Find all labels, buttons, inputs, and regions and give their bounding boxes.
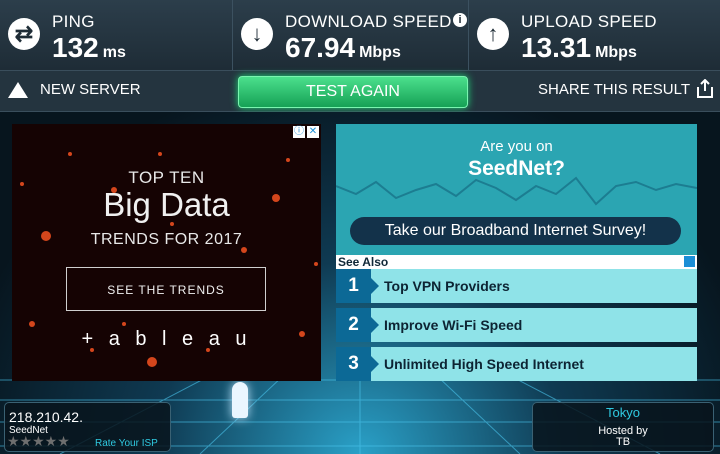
results-bar: ⇄ PING 132 ms ↓ DOWNLOAD SPEED i 67.94 Mbp… (0, 0, 720, 70)
share-icon[interactable] (696, 79, 714, 99)
location-pin-icon (232, 382, 248, 418)
download-value: 67.94 Mbps (285, 32, 401, 63)
see-also-header: See Also (336, 255, 697, 269)
download-stat: ↓ DOWNLOAD SPEED i 67.94 Mbps (233, 0, 469, 70)
ad-close-icon[interactable]: ✕ (307, 126, 319, 138)
server-panel: Tokyo Hosted by TB (532, 402, 714, 452)
upload-label: UPLOAD SPEED (521, 12, 657, 31)
see-also-item[interactable]: 2 Improve Wi-Fi Speed (336, 308, 697, 342)
upload-stat: ↑ UPLOAD SPEED 13.31 Mbps (469, 0, 720, 70)
download-arrow-icon: ↓ (241, 18, 273, 50)
rating-stars[interactable]: ★★★★★ (7, 433, 70, 450)
action-bar: NEW SERVER TEST AGAIN SHARE THIS RESULT (0, 70, 720, 112)
ad-heading-top: TOP TEN (128, 168, 205, 187)
new-server-label: NEW SERVER (40, 81, 141, 98)
isp-panel: 218.210.42. SeedNet ★★★★★ Rate Your ISP (4, 402, 171, 452)
see-also-item[interactable]: 3 Unlimited High Speed Internet (336, 347, 697, 381)
tableau-logo: + a b l e a u (81, 328, 252, 350)
survey-question-top: Are you on (480, 138, 553, 155)
server-city: Tokyo (606, 405, 640, 420)
ping-icon: ⇄ (8, 18, 40, 50)
host-name: TB (615, 436, 631, 448)
ping-stat: ⇄ PING 132 ms (0, 0, 233, 70)
upload-arrow-icon: ↑ (477, 18, 509, 50)
ad-heading-main: Big Data (103, 186, 230, 223)
ad-choice-icons[interactable]: ⓘ ✕ (293, 126, 319, 138)
download-label: DOWNLOAD SPEED (285, 12, 452, 31)
see-trends-button[interactable]: SEE THE TRENDS (66, 267, 266, 311)
survey-question-main: SeedNet? (468, 157, 565, 180)
ad-heading-sub: TRENDS FOR 2017 (90, 231, 243, 248)
item-label: Top VPN Providers (384, 278, 510, 294)
see-also-title: See Also (338, 255, 389, 269)
info-icon[interactable]: i (453, 13, 467, 27)
test-again-button[interactable]: TEST AGAIN (238, 76, 468, 108)
ad-tableau[interactable]: ⓘ ✕ TOP TEN Big Data TRENDS FOR 2017 SEE… (12, 124, 321, 381)
item-number: 1 (336, 269, 379, 303)
share-result-button[interactable]: SHARE THIS RESULT (538, 81, 690, 98)
ip-address: 218.210.42. (9, 409, 83, 425)
new-server-button[interactable]: NEW SERVER (8, 81, 141, 98)
upload-value: 13.31 Mbps (521, 32, 637, 63)
rate-isp-link[interactable]: Rate Your ISP (95, 438, 158, 449)
ping-label: PING (52, 12, 95, 31)
ad-badge-icon[interactable] (684, 256, 695, 267)
item-number: 3 (336, 347, 379, 381)
survey-button[interactable]: Take our Broadband Internet Survey! (350, 217, 681, 245)
triangle-icon (8, 81, 28, 98)
ad-info-icon[interactable]: ⓘ (293, 126, 305, 138)
item-number: 2 (336, 308, 379, 342)
item-label: Unlimited High Speed Internet (384, 356, 584, 372)
ad-seednet-survey[interactable]: Are you on SeedNet? Take our Broadband I… (336, 124, 697, 256)
see-also-item[interactable]: 1 Top VPN Providers (336, 269, 697, 303)
ping-value: 132 ms (52, 32, 126, 63)
item-label: Improve Wi-Fi Speed (384, 317, 523, 333)
